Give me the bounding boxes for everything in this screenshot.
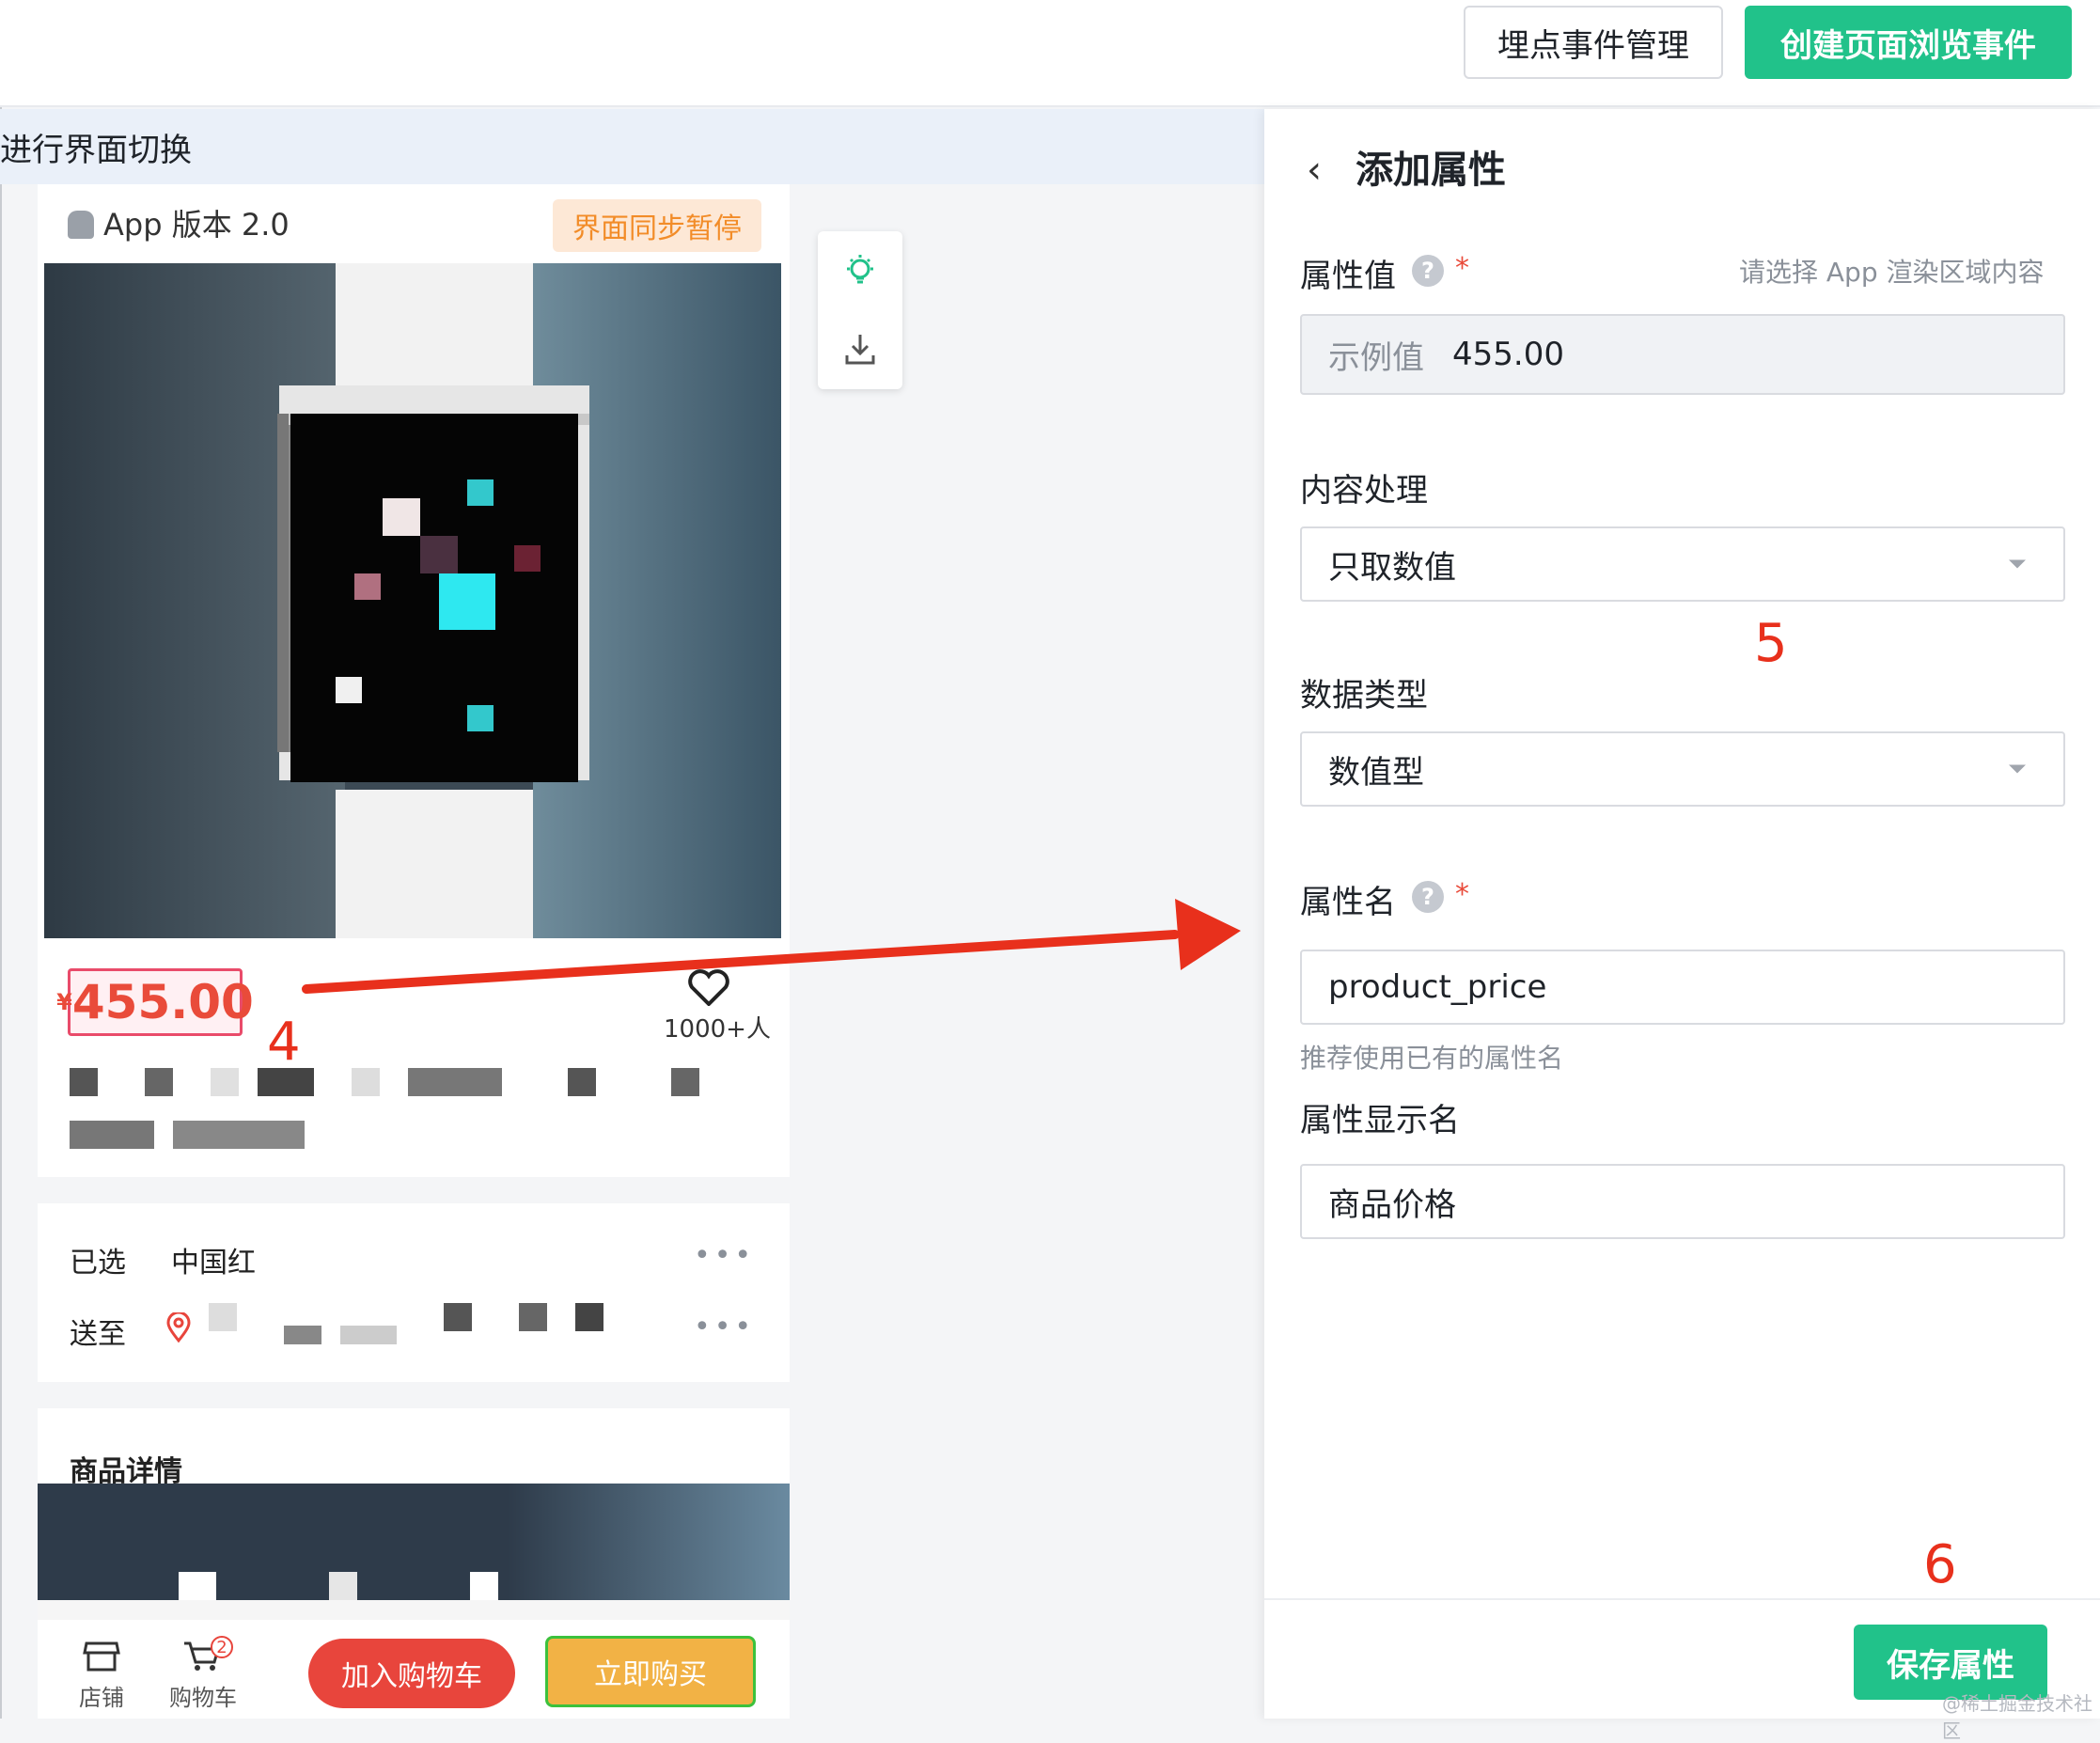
attr-name-label: 属性名 [1300, 884, 1396, 921]
tab-cart[interactable]: 购物车 [169, 1679, 237, 1712]
app-version-label: App 版本 2.0 [103, 207, 290, 243]
card-separator [38, 1382, 790, 1408]
buy-now-button[interactable]: 立即购买 [545, 1636, 756, 1707]
help-icon[interactable]: ? [1412, 255, 1444, 287]
hint-bar: 进行界面切换 [0, 109, 1264, 184]
location-pin-icon [166, 1312, 191, 1343]
annotation-step-6: 6 [1923, 1534, 1957, 1595]
shop-icon[interactable] [83, 1640, 120, 1673]
annotation-step-4: 4 [267, 1012, 301, 1073]
example-label: 示例值 [1328, 338, 1424, 377]
display-name-input[interactable]: 商品价格 [1300, 1164, 2065, 1239]
product-detail-image [38, 1484, 790, 1620]
address-blurred[interactable] [209, 1303, 660, 1350]
example-value: 455.00 [1452, 336, 1564, 373]
display-name-label: 属性显示名 [1300, 1102, 1460, 1139]
data-type-select[interactable]: 数值型 [1300, 731, 2065, 807]
price-highlight[interactable]: ¥455.00 [56, 968, 254, 1036]
lightbulb-icon[interactable] [841, 252, 879, 290]
currency-symbol: ¥ [56, 989, 72, 1015]
product-title-blurred [70, 1068, 746, 1153]
card-separator [38, 1177, 790, 1203]
create-pageview-event-button[interactable]: 创建页面浏览事件 [1745, 6, 2072, 79]
chevron-down-icon [2009, 764, 2026, 774]
more-options-icon[interactable]: ••• [694, 1239, 755, 1272]
download-icon[interactable] [841, 331, 879, 369]
event-manage-button[interactable]: 埋点事件管理 [1464, 6, 1723, 79]
data-type-label: 数据类型 [1300, 677, 1428, 714]
product-image[interactable] [44, 263, 781, 938]
cart-badge: 2 [211, 1636, 233, 1658]
more-address-icon[interactable]: ••• [694, 1311, 755, 1343]
content-processing-value: 只取数值 [1328, 548, 1456, 587]
attr-value-label: 属性值 [1300, 258, 1396, 295]
attr-name-input[interactable]: product_price [1300, 950, 2065, 1025]
required-mark: * [1455, 252, 1469, 285]
attr-name-helper: 推荐使用已有的属性名 [1300, 1043, 1564, 1074]
selected-value[interactable]: 中国红 [171, 1239, 256, 1280]
panel-title: 添加属性 [1356, 149, 1506, 192]
android-icon [68, 211, 94, 239]
ship-to-label: 送至 [70, 1318, 126, 1351]
annotation-arrow [302, 899, 1241, 994]
chevron-left-icon[interactable]: ‹ [1307, 149, 1322, 192]
help-icon[interactable]: ? [1412, 881, 1444, 913]
attr-value-hint: 请选择 App 渲染区域内容 [1739, 257, 2045, 288]
favorite-count: 1000+人 [664, 1015, 771, 1044]
example-value-field: 示例值 455.00 [1300, 314, 2065, 395]
watermark: @稀土掘金技术社区 [1942, 1692, 2092, 1742]
add-to-cart-button[interactable]: 加入购物车 [308, 1639, 515, 1708]
sync-paused-badge[interactable]: 界面同步暂停 [553, 199, 761, 252]
display-name-value: 商品价格 [1328, 1186, 1456, 1224]
annotation-step-5: 5 [1754, 613, 1788, 674]
selected-label: 已选 [70, 1247, 126, 1280]
tab-shop[interactable]: 店铺 [79, 1679, 124, 1712]
panel-footer-divider [1264, 1598, 2100, 1600]
price-value: 455.00 [71, 975, 254, 1029]
window-edge [0, 0, 2, 1719]
content-processing-select[interactable]: 只取数值 [1300, 526, 2065, 602]
attr-name-value: product_price [1328, 968, 1547, 1006]
hint-text: 进行界面切换 [0, 131, 192, 169]
content-processing-label: 内容处理 [1300, 472, 1428, 510]
required-mark: * [1455, 878, 1469, 911]
data-type-value: 数值型 [1328, 753, 1424, 792]
chevron-down-icon [2009, 559, 2026, 569]
